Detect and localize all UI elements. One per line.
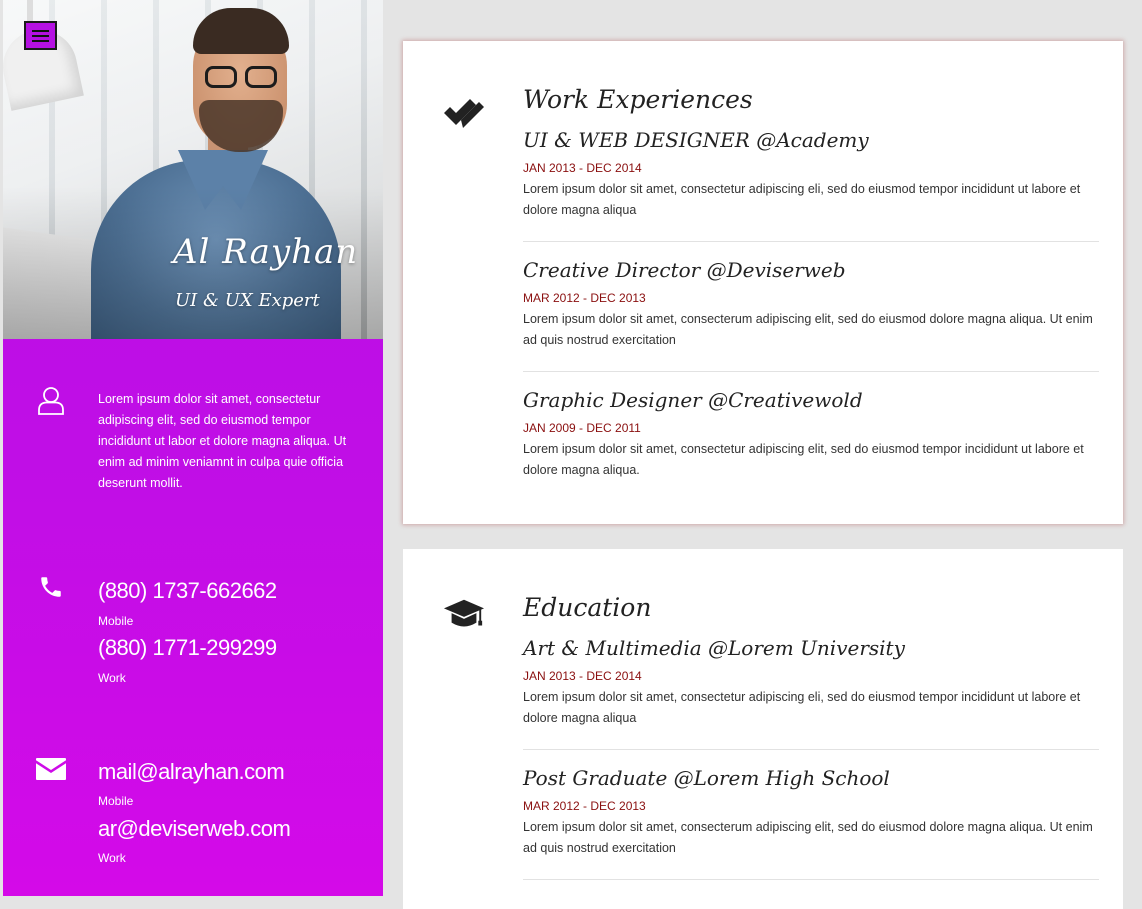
- profile-role: UI & UX Expert: [175, 290, 320, 311]
- email-work-label: Work: [98, 851, 126, 865]
- divider: [523, 879, 1099, 880]
- education-card: Education Art & Multimedia @Lorem Univer…: [403, 549, 1123, 909]
- work-entry-date: JAN 2013 - DEC 2014: [523, 161, 642, 175]
- phone-mobile[interactable]: (880) 1737-662662: [98, 578, 277, 604]
- work-title: Work Experiences: [523, 85, 753, 114]
- work-entry-title: UI & WEB DESIGNER @Academy: [523, 128, 869, 152]
- education-entry: Art & Multimedia @Lorem University JAN 2…: [523, 635, 1099, 729]
- menu-icon: [32, 29, 49, 32]
- profile-photo: Al Rayhan UI & UX Expert: [3, 0, 383, 339]
- phone-mobile-label: Mobile: [98, 614, 134, 628]
- education-entry-title: Art & Multimedia @Lorem University: [523, 636, 905, 660]
- graduation-cap-icon: [443, 599, 485, 627]
- work-entry-date: JAN 2009 - DEC 2011: [523, 421, 641, 435]
- double-check-icon: [444, 99, 484, 128]
- education-entry: Post Graduate @Lorem High School MAR 201…: [523, 765, 1099, 859]
- work-entry-date: MAR 2012 - DEC 2013: [523, 291, 646, 305]
- about-text: Lorem ipsum dolor sit amet, consectetur …: [98, 392, 347, 490]
- email-primary[interactable]: mail@alrayhan.com: [98, 759, 285, 785]
- email-work[interactable]: ar@deviserweb.com: [98, 816, 291, 842]
- email-primary-label: Mobile: [98, 794, 134, 808]
- work-entry: UI & WEB DESIGNER @Academy JAN 2013 - DE…: [523, 127, 1099, 221]
- profile-name: Al Rayhan: [173, 232, 359, 272]
- divider: [523, 241, 1099, 242]
- work-entry-desc: Lorem ipsum dolor sit amet, consectetur …: [523, 182, 1081, 217]
- divider: [523, 749, 1099, 750]
- education-entry-desc: Lorem ipsum dolor sit amet, consecterum …: [523, 820, 1093, 855]
- work-entry: Creative Director @Deviserweb MAR 2012 -…: [523, 257, 1099, 351]
- work-entry: Graphic Designer @Creativewold JAN 2009 …: [523, 387, 1099, 481]
- work-experience-card: Work Experiences UI & WEB DESIGNER @Acad…: [403, 41, 1123, 524]
- phone-work-label: Work: [98, 671, 126, 685]
- education-entry-date: MAR 2012 - DEC 2013: [523, 799, 646, 813]
- work-entry-title: Graphic Designer @Creativewold: [523, 388, 863, 412]
- envelope-icon: [36, 758, 66, 780]
- work-entry-title: Creative Director @Deviserweb: [523, 258, 846, 282]
- divider: [523, 371, 1099, 372]
- hamburger-menu-button[interactable]: [24, 21, 57, 50]
- education-entry-desc: Lorem ipsum dolor sit amet, consectetur …: [523, 690, 1081, 725]
- education-entry-title: Post Graduate @Lorem High School: [523, 766, 890, 790]
- user-icon: [38, 387, 64, 415]
- education-entry-date: JAN 2013 - DEC 2014: [523, 669, 642, 683]
- work-entry-desc: Lorem ipsum dolor sit amet, consecterum …: [523, 312, 1093, 347]
- work-entry-desc: Lorem ipsum dolor sit amet, consectetur …: [523, 442, 1084, 477]
- phone-work[interactable]: (880) 1771-299299: [98, 635, 277, 661]
- sidebar: Al Rayhan UI & UX Expert Lorem ipsum dol…: [3, 0, 383, 896]
- phone-icon: [41, 577, 61, 597]
- education-title: Education: [523, 593, 652, 622]
